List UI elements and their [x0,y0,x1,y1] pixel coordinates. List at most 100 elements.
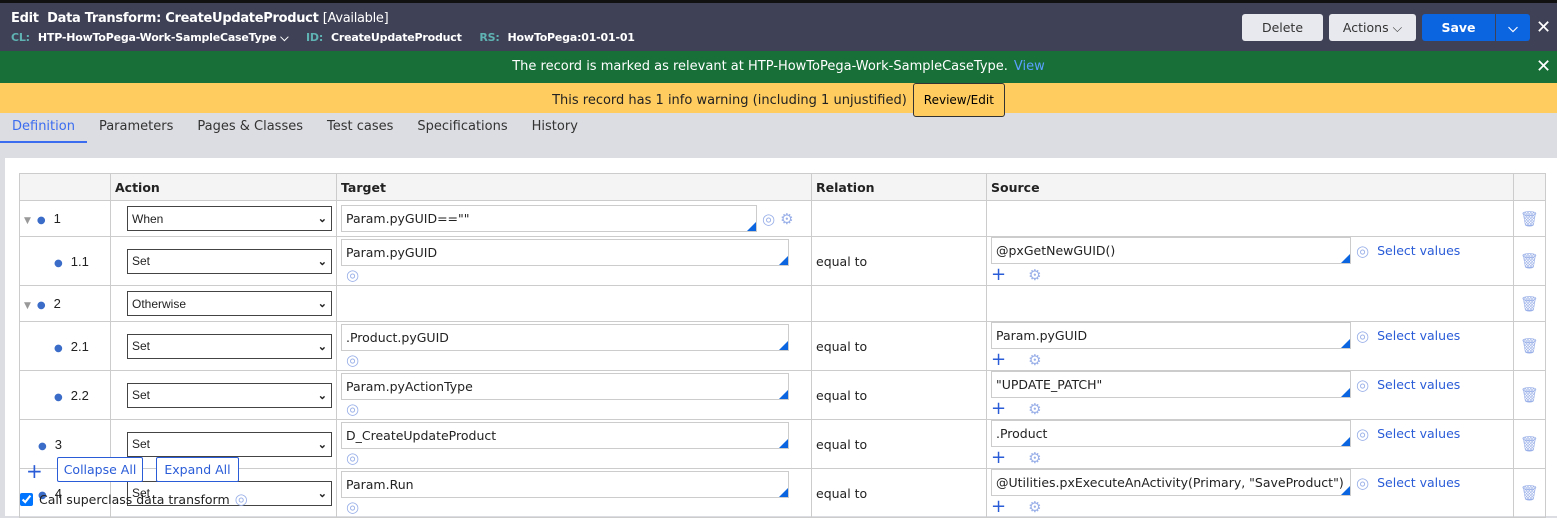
tab-pages-classes[interactable]: Pages & Classes [185,113,315,143]
action-select[interactable]: When ⌄ [127,206,332,231]
target-icon[interactable]: ◎ [346,498,359,516]
action-select[interactable]: Set ⌄ [127,248,332,274]
table-row: ▼ ● 1 When ⌄ Param.pyGUID=="" ◎ ⚙ 🗑 [19,200,1546,237]
rs-label: RS: [479,31,500,44]
delete-row-icon[interactable]: 🗑 [1513,200,1546,237]
target-input[interactable]: Param.pyGUID [341,238,789,266]
cl-value[interactable]: HTP-HowToPega-Work-SampleCaseType ⌵ [38,31,289,44]
target-input[interactable]: Param.Run [341,470,789,498]
delete-row-icon[interactable]: 🗑 [1513,468,1546,518]
gear-icon[interactable]: ⚙ [1028,449,1041,467]
save-options-button[interactable]: ⌵ [1496,14,1530,41]
target-icon[interactable]: ◎ [1356,327,1369,345]
source-text: .Product [996,426,1048,441]
status-text: [Available] [322,11,389,26]
target-icon[interactable]: ◎ [1356,474,1369,492]
plus-icon: + [991,447,1007,468]
row-number-cell: ▼ ● 1 [19,200,111,237]
target-text: D_CreateUpdateProduct [346,427,497,443]
target-icon[interactable]: ◎ [346,400,359,418]
select-values-label: Select values [1377,377,1461,392]
relation-text: equal to [816,338,868,354]
gear-icon[interactable]: ⚙ [1028,266,1041,284]
action-cell: Set ⌄ [110,321,337,371]
table-row: ● 2.2 Set ⌄ Param.pyActionType ◎ equal to "UP… [19,370,1546,420]
chevron-down-icon: ⌄ [317,389,327,402]
row-number: 1.1 [70,253,89,269]
action-select[interactable]: Otherwise ⌄ [127,291,332,316]
edit-label: Edit [11,11,39,26]
action-select[interactable]: Set ⌄ [127,431,332,457]
review-edit-button[interactable]: Review/Edit [912,83,1005,117]
target-input[interactable]: Param.pyActionType [341,372,789,400]
superclass-checkbox[interactable] [20,492,33,506]
source-input[interactable]: .Product [991,420,1351,447]
save-button[interactable]: Save [1422,14,1495,41]
target-icon[interactable]: ◎ [346,449,359,467]
target-icon[interactable]: ◎ [1356,425,1369,443]
record-header: Edit Data Transform: CreateUpdateProduct… [0,3,1557,51]
condition-input[interactable]: Param.pyGUID=="" [341,205,757,232]
delete-row-icon[interactable]: 🗑 [1513,419,1546,469]
expand-all-button[interactable]: Expand All [156,457,239,482]
id-label: ID: [306,31,324,44]
action-cell: Otherwise ⌄ [110,285,337,322]
collapse-triangle-icon[interactable]: ▼ [24,216,31,226]
close-icon[interactable]: ✕ [1536,58,1551,76]
bullet-icon: ● [38,440,47,452]
target-icon[interactable]: ◎ [1356,376,1369,394]
plus-icon: + [991,349,1007,370]
source-input[interactable]: @pxGetNewGUID() [991,237,1351,264]
source-input[interactable]: "UPDATE_PATCH" [991,371,1351,398]
target-icon[interactable]: ◎ [346,351,359,369]
target-icon[interactable]: ◎ [235,490,248,508]
collapse-triangle-icon[interactable]: ▼ [24,301,31,311]
gear-icon[interactable]: ⚙ [1028,498,1041,516]
target-icon[interactable]: ◎ [346,266,359,284]
bullet-icon: ● [36,300,46,311]
target-input[interactable]: D_CreateUpdateProduct [341,421,789,449]
superclass-label: Call superclass data transform [39,491,230,507]
col-header-row [19,173,111,201]
collapse-all-button[interactable]: Collapse All [57,457,143,482]
actions-button[interactable]: Actions ⌵ [1329,14,1416,41]
table-header: Action Target Relation Source [19,173,1546,201]
gear-icon[interactable]: ⚙ [1028,400,1041,418]
action-select[interactable]: Set ⌄ [127,382,332,408]
gear-icon[interactable]: ⚙ [1028,351,1041,369]
delete-row-icon[interactable]: 🗑 [1513,370,1546,420]
source-input[interactable]: Param.pyGUID [991,322,1351,349]
relation-cell: equal to [811,370,987,420]
target-icon[interactable]: ◎ [762,210,775,228]
add-row-icon[interactable]: + [26,459,43,483]
delete-row-icon[interactable]: 🗑 [1513,321,1546,371]
tab-history[interactable]: History [520,113,590,143]
close-icon[interactable]: ✕ [1536,19,1551,37]
action-value: Set [132,437,151,451]
delete-button[interactable]: Delete [1242,14,1323,41]
action-select[interactable]: Set ⌄ [127,333,332,359]
delete-row-icon[interactable]: 🗑 [1513,285,1546,322]
chevron-down-icon: ⌄ [317,487,327,500]
row-number: 3 [54,436,62,452]
tab-specifications[interactable]: Specifications [405,113,519,143]
bullet-icon: ● [54,391,63,403]
tab-test-cases[interactable]: Test cases [315,113,405,143]
tab-definition[interactable]: Definition [0,113,87,143]
transform-table: Action Target Relation Source ▼ ● 1 When ⌄ … [19,173,1546,518]
view-link[interactable]: View [1014,59,1045,74]
tab-parameters[interactable]: Parameters [87,113,185,143]
gear-icon[interactable]: ⚙ [780,210,793,228]
target-input[interactable]: .Product.pyGUID [341,323,789,351]
delete-row-icon[interactable]: 🗑 [1513,236,1546,286]
source-cell [986,285,1514,322]
target-icon[interactable]: ◎ [1356,242,1369,260]
warning-banner: This record has 1 info warning (includin… [0,83,1557,117]
source-cell: Param.pyGUID ◎ Select values + ⚙ [986,321,1514,371]
source-cell [986,200,1514,237]
actions-label: Actions [1342,20,1389,35]
source-input[interactable]: @Utilities.pxExecuteAnActivity(Primary, … [991,469,1351,496]
row-number: 2 [53,296,61,311]
relation-cell: equal to [811,419,987,469]
action-cell: When ⌄ [110,200,337,237]
